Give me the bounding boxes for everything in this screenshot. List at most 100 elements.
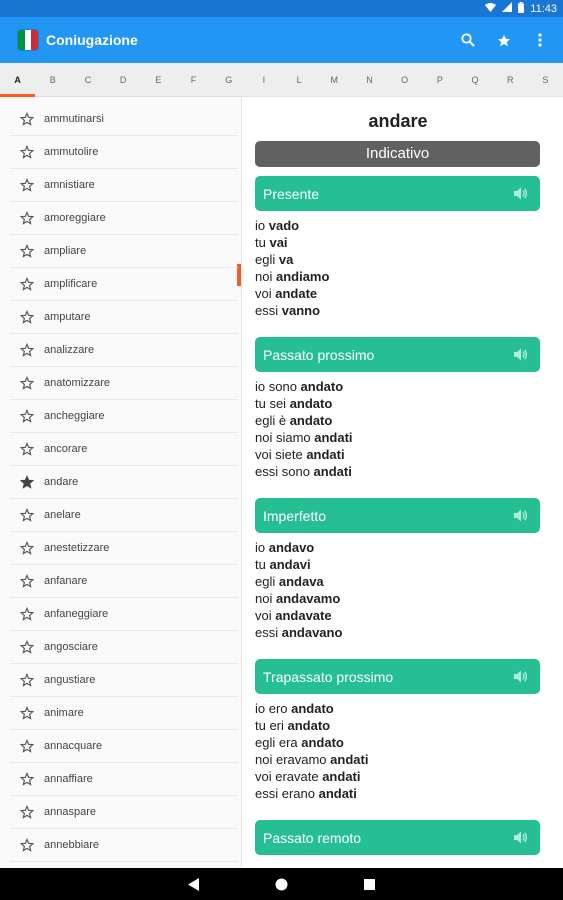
letter-tab-c[interactable]: C [70,63,105,97]
conjugation-line: tu sei andato [255,395,332,412]
verb-form: vanno [281,303,321,318]
back-icon[interactable] [186,876,202,892]
verb-list-item[interactable]: amnistiare [10,169,238,202]
verb-label: annaffiare [44,773,93,785]
verb-label: amplificare [44,278,98,290]
conjugation-line: voi andavate [255,607,332,624]
tense-header-passato-remoto[interactable]: Passato remoto [255,820,540,855]
star-outline-icon[interactable] [20,409,34,423]
star-outline-icon[interactable] [20,640,34,654]
letter-tab-o[interactable]: O [387,63,422,97]
verb-list-item[interactable]: anatomizzare [10,367,238,400]
speaker-icon[interactable] [514,831,528,844]
verb-list-item[interactable]: analizzare [10,334,238,367]
letter-tab-n[interactable]: N [352,63,387,97]
verb-list-item[interactable]: angustiare [10,664,238,697]
star-outline-icon[interactable] [20,178,34,192]
more-options-icon[interactable] [533,32,547,48]
verb-list-item[interactable]: andare [10,466,238,499]
letter-tab-q[interactable]: Q [457,63,492,97]
letter-tab-s[interactable]: S [528,63,563,97]
letter-tab-g[interactable]: G [211,63,246,97]
tense-header-passato-prossimo[interactable]: Passato prossimo [255,337,540,372]
letter-tab-l[interactable]: L [282,63,317,97]
star-outline-icon[interactable] [20,706,34,720]
star-outline-icon[interactable] [20,607,34,621]
tense-header-presente[interactable]: Presente [255,176,540,211]
star-outline-icon[interactable] [20,541,34,555]
tense-name: Presente [263,185,320,202]
verb-list-item[interactable]: anestetizzare [10,532,238,565]
star-outline-icon[interactable] [20,211,34,225]
star-outline-icon[interactable] [20,805,34,819]
tense-header-imperfetto[interactable]: Imperfetto [255,498,540,533]
verb-label: andare [44,476,79,488]
verb-list-item[interactable]: ancheggiare [10,400,238,433]
mood-header[interactable]: Indicativo [255,141,540,167]
star-outline-icon[interactable] [20,244,34,258]
verb-list-item[interactable]: ammutinarsi [10,103,238,136]
verb-list-item[interactable]: amoreggiare [10,202,238,235]
verb-list-item[interactable]: animare [10,697,238,730]
star-outline-icon[interactable] [20,343,34,357]
favorites-star-icon[interactable] [497,32,511,48]
star-outline-icon[interactable] [20,145,34,159]
speaker-icon[interactable] [514,348,528,361]
pronoun: noi siamo [255,430,315,445]
speaker-icon[interactable] [514,187,528,200]
verb-list-item[interactable]: angosciare [10,631,238,664]
search-icon[interactable] [461,32,475,48]
letter-tab-i[interactable]: I [246,63,281,97]
conjugation-detail: andare Indicativo Presente io vado tu vai e… [243,97,563,868]
flag-stripe-green [18,30,25,50]
pronoun: voi [255,608,276,623]
verb-list-item[interactable]: annebbiare [10,829,238,862]
verb-list-item[interactable]: annaffiare [10,763,238,796]
verb-title: andare [368,111,428,131]
star-filled-icon[interactable] [20,475,34,489]
tense-header-trapassato-prossimo[interactable]: Trapassato prossimo [255,659,540,694]
star-outline-icon[interactable] [20,772,34,786]
conjugation-line: io sono andato [255,378,343,395]
letter-tab-r[interactable]: R [493,63,528,97]
star-outline-icon[interactable] [20,574,34,588]
verb-label: anestetizzare [44,542,110,554]
home-icon[interactable] [274,876,290,892]
flag-stripe-red [31,30,38,50]
letter-tab-e[interactable]: E [141,63,176,97]
pronoun: tu [255,235,270,250]
conjugation-line: noi andiamo [255,268,329,285]
star-outline-icon[interactable] [20,739,34,753]
letter-tab-b[interactable]: B [35,63,70,97]
letter-tab-m[interactable]: M [317,63,352,97]
verb-list-item[interactable]: anelare [10,499,238,532]
star-outline-icon[interactable] [20,310,34,324]
verb-list-item[interactable]: annaspare [10,796,238,829]
star-outline-icon[interactable] [20,673,34,687]
verb-list-item[interactable]: ancorare [10,433,238,466]
verb-form: andato [289,396,333,411]
recents-icon[interactable] [362,876,378,892]
star-outline-icon[interactable] [20,838,34,852]
verb-form: andavi [269,557,311,572]
star-outline-icon[interactable] [20,112,34,126]
letter-tab-f[interactable]: F [176,63,211,97]
verb-list-item[interactable]: anfaneggiare [10,598,238,631]
verb-list-item[interactable]: annacquare [10,730,238,763]
letter-tab-a[interactable]: A [0,63,36,97]
speaker-icon[interactable] [514,670,528,683]
verb-list-item[interactable]: anfanare [10,565,238,598]
star-outline-icon[interactable] [20,442,34,456]
verb-form: vado [268,218,300,233]
star-outline-icon[interactable] [20,508,34,522]
speaker-icon[interactable] [514,509,528,522]
star-outline-icon[interactable] [20,277,34,291]
letter-tab-d[interactable]: D [106,63,141,97]
verb-list-item[interactable]: ampliare [10,235,238,268]
star-outline-icon[interactable] [20,376,34,390]
verb-list-item[interactable]: amplificare [10,268,238,301]
verb-form: andato [289,413,333,428]
verb-list-item[interactable]: ammutolire [10,136,238,169]
verb-list-item[interactable]: amputare [10,301,238,334]
letter-tab-p[interactable]: P [422,63,457,97]
